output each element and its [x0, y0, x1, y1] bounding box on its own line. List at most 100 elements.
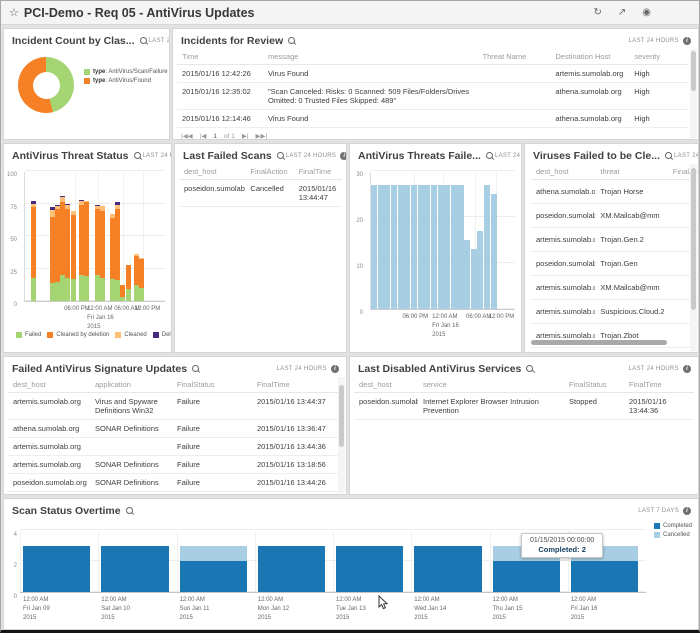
info-icon[interactable]: i [331, 365, 339, 373]
column-header[interactable]: FinalTime [624, 377, 694, 393]
column-header[interactable]: dest_host [179, 164, 245, 180]
stacked-bar[interactable] [115, 202, 120, 301]
column-header[interactable]: application [90, 377, 172, 393]
bar[interactable] [378, 185, 384, 309]
column-header[interactable]: dest_host [8, 377, 90, 393]
stacked-bar[interactable] [50, 207, 55, 301]
column-header[interactable]: message [263, 49, 478, 65]
table-row[interactable]: poseidon.sumolab.orgSONAR DefinitionsFai… [8, 474, 338, 492]
table-row[interactable]: artemis.sumolab.orgSONAR DefinitionsFail… [8, 456, 338, 474]
stacked-bar[interactable] [100, 206, 105, 301]
bar[interactable] [471, 249, 477, 309]
column-header[interactable]: service [418, 377, 564, 393]
threat-status-chart[interactable] [24, 172, 165, 302]
column-header[interactable]: dest_host [531, 164, 595, 180]
stacked-bar[interactable] [55, 205, 60, 301]
stacked-bar[interactable] [60, 196, 65, 301]
bar[interactable] [404, 185, 410, 309]
table-row[interactable]: poseidon.sumolab.orgXM.Mailcab@mm [531, 204, 698, 228]
bar[interactable] [491, 194, 497, 309]
bar[interactable] [398, 185, 404, 309]
stacked-bar[interactable] [110, 214, 115, 301]
column-header[interactable]: FinalStatus [564, 377, 624, 393]
magnifier-icon[interactable] [665, 152, 674, 161]
bar[interactable] [451, 185, 457, 309]
info-icon[interactable]: i [683, 37, 691, 45]
stacked-bar[interactable] [23, 546, 90, 593]
refresh-icon[interactable]: ↻ [593, 7, 601, 18]
magnifier-icon[interactable] [140, 37, 149, 46]
table-row[interactable]: athena.sumolab.orgRevocation DataFailure… [8, 492, 338, 496]
column-header[interactable]: FinalAction [245, 164, 293, 180]
table-row[interactable]: athena.sumolab.orgTrojan Horse [531, 180, 698, 204]
column-header[interactable]: FinalTime [252, 377, 338, 393]
magnifier-icon[interactable] [277, 152, 286, 161]
bar[interactable] [391, 185, 397, 309]
table-row[interactable]: artemis.sumolab.orgTrojan.Gen.2 [531, 228, 698, 252]
stacked-bar[interactable] [95, 205, 100, 301]
column-header[interactable]: Destination Host [550, 49, 629, 65]
stacked-bar[interactable] [126, 265, 131, 301]
share-icon[interactable]: ◉ [642, 7, 651, 18]
table-row[interactable]: 2015/01/16 12:14:46Virus Foundathena.sum… [177, 110, 688, 128]
table-row[interactable]: poseidon.sumolab.orgInternet Explorer Br… [354, 393, 694, 420]
incident-count-donut-chart[interactable] [18, 57, 74, 113]
bar[interactable] [384, 185, 390, 309]
expand-icon[interactable]: ↗ [618, 7, 626, 18]
bar[interactable] [457, 185, 463, 309]
prev-page-button[interactable]: |◀ [200, 132, 207, 140]
magnifier-icon[interactable] [134, 152, 143, 161]
stacked-bar[interactable] [258, 546, 325, 593]
table-row[interactable]: artemis.sumolab.orgSuspicious.Cloud.2 [531, 300, 698, 324]
info-icon[interactable]: i [683, 365, 691, 373]
stacked-bar[interactable] [414, 546, 481, 593]
bar[interactable] [424, 185, 430, 309]
scrollbar[interactable] [339, 385, 344, 447]
table-row[interactable]: artemis.sumolab.orgVirus and Spyware Def… [8, 393, 338, 420]
column-header[interactable]: FinalTime [294, 164, 342, 180]
bar[interactable] [431, 185, 437, 309]
stacked-bar[interactable] [71, 211, 76, 301]
column-header[interactable]: Threat Name [478, 49, 551, 65]
stacked-bar[interactable] [31, 201, 36, 301]
magnifier-icon[interactable] [486, 152, 495, 161]
magnifier-icon[interactable] [126, 507, 135, 516]
column-header[interactable]: threat [595, 164, 667, 180]
table-row[interactable]: 2015/01/16 12:42:26Virus Foundartemis.su… [177, 65, 688, 83]
bar[interactable] [438, 185, 444, 309]
info-icon[interactable]: i [683, 507, 691, 515]
bar[interactable] [464, 240, 470, 309]
table-row[interactable]: poseidon.sumolab.org [531, 348, 698, 354]
bar[interactable] [411, 185, 417, 309]
scrollbar[interactable] [691, 168, 696, 310]
stacked-bar[interactable] [65, 204, 70, 301]
stacked-bar[interactable] [336, 546, 403, 593]
stacked-bar[interactable] [101, 546, 168, 593]
favorite-star-icon[interactable]: ☆ [9, 6, 19, 19]
stacked-bar[interactable] [134, 254, 139, 301]
bar[interactable] [444, 185, 450, 309]
threats-failed-chart[interactable] [370, 172, 515, 310]
next-page-button[interactable]: ▶| [242, 132, 249, 140]
column-header[interactable]: FinalStatus [172, 377, 252, 393]
column-header[interactable]: dest_host [354, 377, 418, 393]
magnifier-icon[interactable] [526, 365, 535, 374]
magnifier-icon[interactable] [288, 37, 297, 46]
column-header[interactable]: severity [629, 49, 688, 65]
table-row[interactable]: artemis.sumolab.orgXM.Mailcab@mm [531, 276, 698, 300]
table-row[interactable]: 2015/01/16 12:35:02"Scan Canceled: Risks… [177, 83, 688, 110]
stacked-bar[interactable] [79, 200, 84, 301]
horizontal-scrollbar[interactable] [531, 340, 667, 345]
table-row[interactable]: artemis.sumolab.orgFailure2015/01/16 13:… [8, 438, 338, 456]
table-row[interactable]: poseidon.sumolab.orgTrojan.Gen [531, 252, 698, 276]
last-page-button[interactable]: ▶▶| [256, 132, 268, 140]
magnifier-icon[interactable] [192, 365, 201, 374]
stacked-bar[interactable] [84, 201, 89, 301]
table-row[interactable]: poseidon.sumolab.orgCancelled2015/01/16 … [179, 180, 342, 207]
scrollbar[interactable] [691, 51, 696, 91]
bar[interactable] [477, 231, 483, 309]
info-icon[interactable]: i [340, 152, 347, 160]
stacked-bar[interactable] [180, 546, 247, 593]
stacked-bar[interactable] [139, 258, 144, 301]
bar[interactable] [418, 185, 424, 309]
